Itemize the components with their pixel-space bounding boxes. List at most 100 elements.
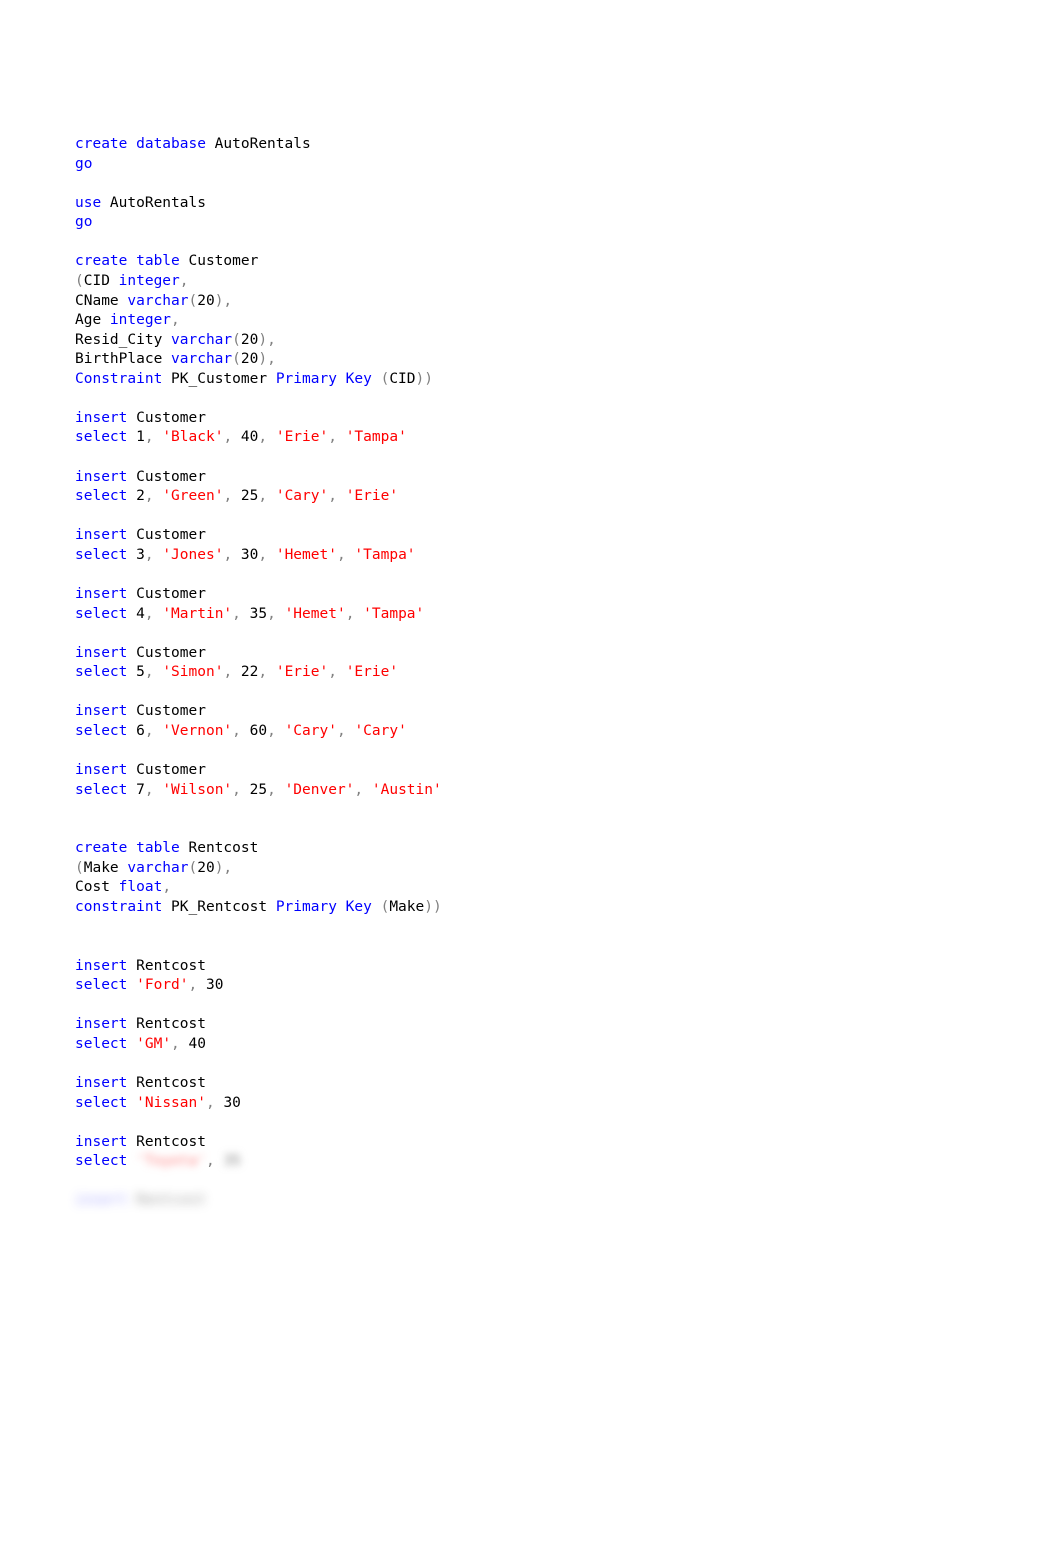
- keyword-insert: insert: [75, 410, 127, 426]
- keyword-select: select: [75, 723, 127, 739]
- comma: ,: [328, 488, 345, 504]
- string: 'Cary': [354, 723, 406, 739]
- comma: ,: [267, 782, 284, 798]
- keyword-select: select: [75, 547, 127, 563]
- comma: ,: [267, 723, 284, 739]
- column-name: CName: [75, 293, 127, 309]
- column-ref: Make: [389, 899, 424, 915]
- string: 'Ford': [136, 977, 188, 993]
- keyword-select: select: [75, 782, 127, 798]
- keyword-insert: insert: [75, 1075, 127, 1091]
- keyword-create-table: create table: [75, 253, 180, 269]
- type-varchar: varchar: [171, 332, 232, 348]
- number: 30: [206, 977, 223, 993]
- type-integer: integer: [119, 273, 180, 289]
- blurred-number: 35: [223, 1153, 240, 1169]
- comma: ,: [346, 606, 363, 622]
- keyword-constraint: constraint: [75, 899, 162, 915]
- comma: ,: [189, 977, 206, 993]
- paren: )): [424, 899, 441, 915]
- blurred-string: 'Toyota': [136, 1153, 206, 1169]
- comma: ,: [267, 606, 284, 622]
- string: 'Erie': [276, 664, 328, 680]
- comma: ,: [145, 606, 162, 622]
- string: 'Austin': [372, 782, 442, 798]
- table-name: Rentcost: [180, 840, 259, 856]
- comma: ,: [258, 488, 275, 504]
- number: 40: [241, 429, 258, 445]
- string: 'Wilson': [162, 782, 232, 798]
- comma: ,: [223, 664, 240, 680]
- keyword-constraint: Constraint: [75, 371, 162, 387]
- number: 30: [223, 1095, 240, 1111]
- type-varchar: varchar: [171, 351, 232, 367]
- constraint-name: PK_Customer: [162, 371, 276, 387]
- number: 25: [250, 782, 267, 798]
- keyword-primary-key: Primary Key: [276, 899, 381, 915]
- keyword-select: select: [75, 606, 127, 622]
- paren: ),: [258, 332, 275, 348]
- string: 'Black': [162, 429, 223, 445]
- column-name: Resid_City: [75, 332, 171, 348]
- table-name: Rentcost: [127, 1134, 206, 1150]
- paren: (: [75, 860, 84, 876]
- paren: (: [189, 860, 198, 876]
- type-varchar: varchar: [127, 293, 188, 309]
- string: 'GM': [136, 1036, 171, 1052]
- text: AutoRentals: [101, 195, 206, 211]
- number: 3: [127, 547, 144, 563]
- type-varchar: varchar: [127, 860, 188, 876]
- number: 1: [127, 429, 144, 445]
- keyword-insert: insert: [75, 762, 127, 778]
- keyword-primary-key: Primary Key: [276, 371, 381, 387]
- keyword-insert: insert: [75, 958, 127, 974]
- type-integer: integer: [110, 312, 171, 328]
- paren: (: [381, 899, 390, 915]
- string: 'Tampa': [346, 429, 407, 445]
- document-page: create database AutoRentals go use AutoR…: [0, 0, 1062, 1211]
- column-name: CID: [84, 273, 119, 289]
- string: 'Tampa': [363, 606, 424, 622]
- string: 'Cary': [276, 488, 328, 504]
- comma: ,: [145, 429, 162, 445]
- blurred-line: insert Rentcost: [75, 1192, 206, 1208]
- blurred-insert: insert: [75, 1192, 127, 1208]
- comma: ,: [232, 723, 249, 739]
- paren: (: [381, 371, 390, 387]
- number: 2: [127, 488, 144, 504]
- string: 'Tampa': [354, 547, 415, 563]
- comma: ,: [145, 723, 162, 739]
- table-name: Customer: [127, 527, 206, 543]
- keyword-insert: insert: [75, 1134, 127, 1150]
- table-name: Rentcost: [127, 958, 206, 974]
- comma: ,: [162, 879, 171, 895]
- number: 40: [189, 1036, 206, 1052]
- string: 'Martin': [162, 606, 232, 622]
- keyword-select: select: [75, 1153, 127, 1169]
- paren: (: [189, 293, 198, 309]
- number: 20: [197, 860, 214, 876]
- comma: ,: [223, 429, 240, 445]
- string: 'Simon': [162, 664, 223, 680]
- comma: ,: [223, 488, 240, 504]
- keyword-insert: insert: [75, 586, 127, 602]
- keyword-insert: insert: [75, 703, 127, 719]
- comma: ,: [180, 273, 189, 289]
- string: 'Hemet': [285, 606, 346, 622]
- string: 'Jones': [162, 547, 223, 563]
- number: 22: [241, 664, 258, 680]
- paren: (: [75, 273, 84, 289]
- number: 20: [241, 351, 258, 367]
- string: 'Denver': [285, 782, 355, 798]
- comma: ,: [206, 1153, 223, 1169]
- paren: )): [416, 371, 433, 387]
- keyword-create-table: create table: [75, 840, 180, 856]
- column-name: BirthPlace: [75, 351, 171, 367]
- text: AutoRentals: [206, 136, 311, 152]
- keyword-select: select: [75, 1095, 127, 1111]
- type-float: float: [119, 879, 163, 895]
- paren: (: [232, 332, 241, 348]
- comma: ,: [337, 547, 354, 563]
- keyword-insert: insert: [75, 645, 127, 661]
- paren: ),: [215, 860, 232, 876]
